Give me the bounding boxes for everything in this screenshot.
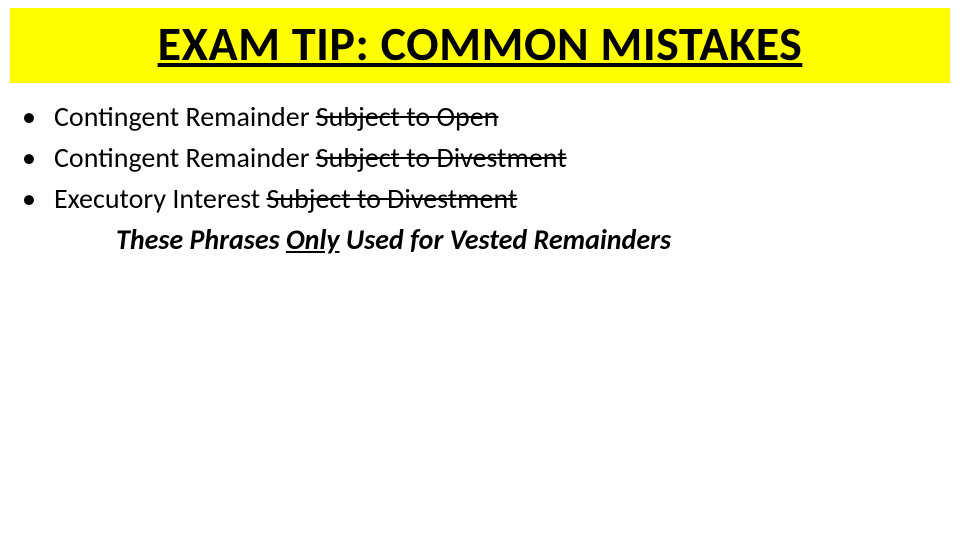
content-area: • Contingent Remainder Subject to Open •… — [10, 99, 950, 257]
title-bar: EXAM TIP: COMMON MISTAKES — [10, 8, 950, 83]
slide: EXAM TIP: COMMON MISTAKES • Contingent R… — [0, 0, 960, 540]
note-line: These Phrases Only Used for Vested Remai… — [18, 222, 942, 257]
bullet-icon: • — [18, 99, 54, 134]
list-item: • Executory Interest Subject to Divestme… — [18, 181, 942, 216]
list-item-text: Contingent Remainder Subject to Open — [54, 99, 942, 134]
bullet-icon: • — [18, 140, 54, 175]
list-item-prefix: Contingent Remainder — [54, 140, 316, 175]
note-underline: Only — [286, 222, 340, 257]
list-item-strike: Subject to Divestment — [267, 181, 518, 216]
note-pre: These Phrases — [116, 222, 286, 257]
list-item-strike: Subject to Open — [316, 99, 499, 134]
list-item-strike: Subject to Divestment — [316, 140, 567, 175]
list-item-text: Contingent Remainder Subject to Divestme… — [54, 140, 942, 175]
list-item: • Contingent Remainder Subject to Open — [18, 99, 942, 134]
list-item: • Contingent Remainder Subject to Divest… — [18, 140, 942, 175]
note-post: Used for Vested Remainders — [340, 222, 671, 257]
bullet-icon: • — [18, 181, 54, 216]
list-item-text: Executory Interest Subject to Divestment — [54, 181, 942, 216]
page-title: EXAM TIP: COMMON MISTAKES — [158, 14, 803, 73]
list-item-prefix: Executory Interest — [54, 181, 267, 216]
list-item-prefix: Contingent Remainder — [54, 99, 316, 134]
